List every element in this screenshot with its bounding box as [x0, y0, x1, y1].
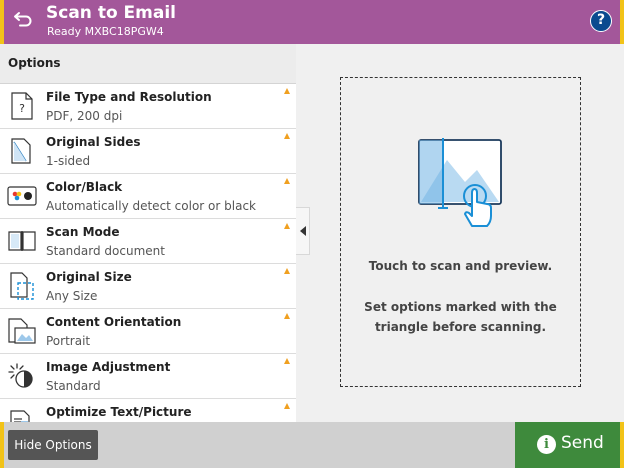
option-optimize-text-picture[interactable]: Optimize Text/Picture — [0, 399, 296, 422]
option-value: Automatically detect color or black — [46, 199, 256, 213]
bottom-bar: Hide Options i Send — [0, 422, 624, 468]
device-status: Ready MXBC18PGW4 — [47, 25, 164, 38]
file-type-icon: ? — [7, 91, 37, 121]
option-value: 1-sided — [46, 154, 91, 168]
corner-accent — [0, 0, 4, 44]
triangle-marker-icon — [284, 403, 290, 409]
info-icon: i — [537, 435, 556, 454]
triangle-marker-icon — [284, 133, 290, 139]
option-label: Scan Mode — [46, 225, 120, 239]
color-black-icon — [7, 181, 37, 211]
chevron-left-icon — [299, 226, 306, 236]
help-button[interactable]: ? — [590, 10, 612, 32]
original-sides-icon — [7, 136, 37, 166]
option-value: Standard — [46, 379, 101, 393]
preview-instruction: Touch to scan and preview. — [368, 259, 553, 273]
svg-text:?: ? — [19, 102, 25, 115]
preview-hint-line: Set options marked with the — [364, 300, 557, 314]
image-adjustment-icon — [7, 361, 37, 391]
option-label: Content Orientation — [46, 315, 182, 329]
option-label: Optimize Text/Picture — [46, 405, 192, 419]
option-image-adjustment[interactable]: Image Adjustment Standard — [0, 354, 296, 399]
preview-hint: Set options marked with the triangle bef… — [341, 297, 580, 337]
option-label: Color/Black — [46, 180, 123, 194]
triangle-marker-icon — [284, 223, 290, 229]
option-color-black[interactable]: Color/Black Automatically detect color o… — [0, 174, 296, 219]
triangle-marker-icon — [284, 268, 290, 274]
back-arrow-icon — [12, 10, 34, 32]
title-bar: Scan to Email Ready MXBC18PGW4 ? — [0, 0, 624, 44]
option-scan-mode[interactable]: Scan Mode Standard document — [0, 219, 296, 264]
option-value: Any Size — [46, 289, 98, 303]
options-panel: Options ? File Type and Resolution PDF, … — [0, 44, 296, 422]
triangle-marker-icon — [284, 88, 290, 94]
options-header: Options — [0, 44, 296, 84]
optimize-text-picture-icon — [7, 406, 37, 422]
option-original-sides[interactable]: Original Sides 1-sided — [0, 129, 296, 174]
send-label: Send — [561, 433, 604, 453]
triangle-marker-icon — [284, 358, 290, 364]
option-label: Original Sides — [46, 135, 141, 149]
option-label: Original Size — [46, 270, 132, 284]
triangle-marker-icon — [284, 313, 290, 319]
triangle-marker-icon — [284, 178, 290, 184]
preview-hint-line: triangle before scanning. — [374, 320, 547, 334]
option-label: Image Adjustment — [46, 360, 171, 374]
collapse-options-handle[interactable] — [296, 207, 310, 255]
corner-accent — [620, 0, 624, 44]
option-value: PDF, 200 dpi — [46, 109, 123, 123]
option-content-orientation[interactable]: Content Orientation Portrait — [0, 309, 296, 354]
option-value: Standard document — [46, 244, 165, 258]
option-value: Portrait — [46, 334, 91, 348]
option-label: File Type and Resolution — [46, 90, 212, 104]
original-size-icon — [7, 271, 37, 301]
content-orientation-icon — [7, 316, 37, 346]
scan-preview-area[interactable]: Touch to scan and preview. Set options m… — [340, 77, 581, 387]
send-button[interactable]: i Send — [515, 422, 624, 468]
corner-accent — [0, 422, 4, 468]
option-file-type-resolution[interactable]: ? File Type and Resolution PDF, 200 dpi — [0, 84, 296, 129]
scan-mode-icon — [7, 226, 37, 256]
option-original-size[interactable]: Original Size Any Size — [0, 264, 296, 309]
touch-to-preview-icon — [417, 135, 507, 233]
hide-options-button[interactable]: Hide Options — [8, 430, 98, 460]
back-button[interactable] — [8, 6, 38, 36]
page-title: Scan to Email — [46, 3, 176, 23]
